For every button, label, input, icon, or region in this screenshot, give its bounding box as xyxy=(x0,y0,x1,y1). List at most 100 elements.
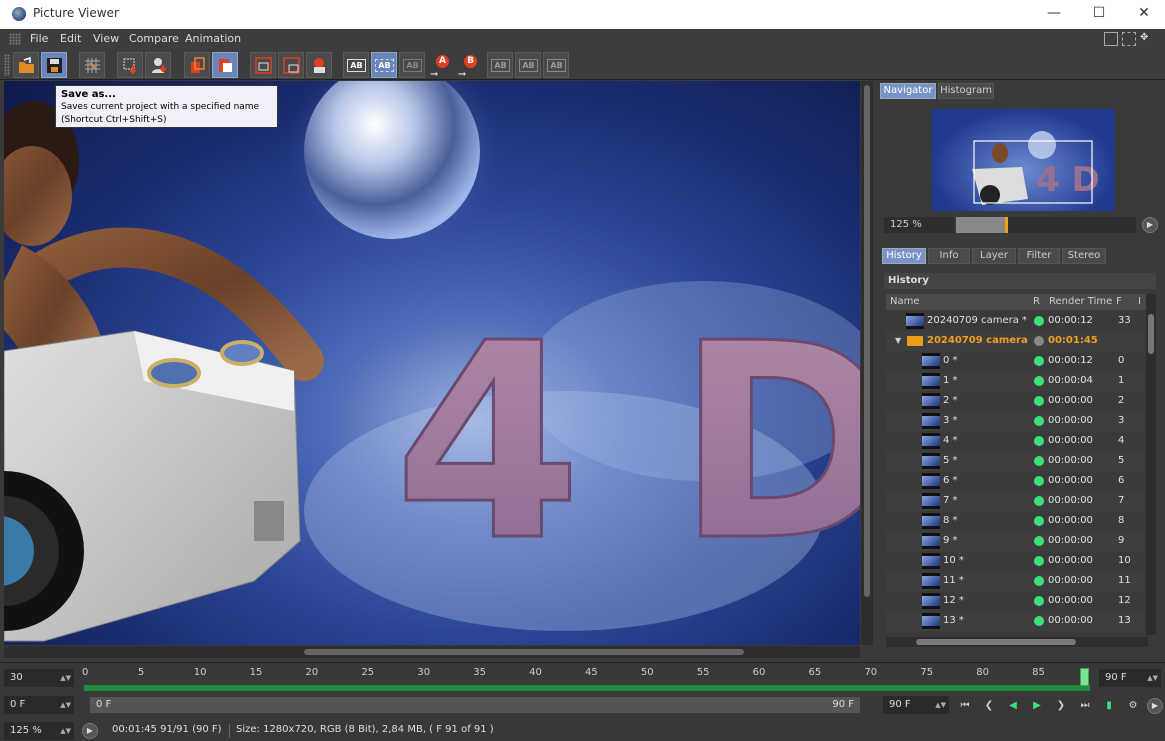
menu-view[interactable]: View xyxy=(93,32,119,45)
history-folder-row[interactable]: ▼ 20240709 camera 00:01:45 xyxy=(886,331,1144,351)
history-row[interactable]: 3 * 00:00:00 3 xyxy=(886,411,1144,431)
scroll-thumb[interactable] xyxy=(1148,314,1154,354)
navigator-play-icon[interactable]: ▶ xyxy=(1142,217,1158,233)
step-back-icon[interactable]: ❮ xyxy=(980,699,998,713)
navigator-thumbnail[interactable]: 4 D xyxy=(932,109,1115,211)
minimize-button[interactable]: — xyxy=(1034,3,1074,25)
render-button[interactable] xyxy=(306,52,332,78)
tab-stereo[interactable]: Stereo xyxy=(1062,248,1106,264)
layout-icon[interactable] xyxy=(1104,32,1118,46)
history-row[interactable]: 2 * 00:00:00 2 xyxy=(886,391,1144,411)
region-button[interactable] xyxy=(250,52,276,78)
stepper-icon[interactable]: ▲▼ xyxy=(60,722,71,740)
go-to-end-icon[interactable]: ⏭ xyxy=(1076,699,1094,713)
paste-button[interactable] xyxy=(212,52,238,78)
expand-arrow-icon[interactable]: ▼ xyxy=(895,331,901,351)
scroll-thumb[interactable] xyxy=(864,85,870,597)
menu-file[interactable]: File xyxy=(30,32,48,45)
grid-button[interactable] xyxy=(79,52,105,78)
navigator-zoom-slider[interactable] xyxy=(956,217,1136,233)
tab-history[interactable]: History xyxy=(882,248,926,264)
go-to-start-icon[interactable]: ⏮ xyxy=(956,699,974,713)
history-horizontal-scrollbar[interactable] xyxy=(886,637,1148,647)
copy-button[interactable] xyxy=(184,52,210,78)
scroll-thumb[interactable] xyxy=(304,649,744,655)
start-frame-field[interactable]: 0 F ▲▼ xyxy=(4,696,74,714)
menu-edit[interactable]: Edit xyxy=(60,32,81,45)
export-button[interactable] xyxy=(117,52,143,78)
status-zoom-field[interactable]: 125 % ▲▼ xyxy=(4,722,74,740)
history-row[interactable]: 8 * 00:00:00 8 xyxy=(886,511,1144,531)
scroll-thumb[interactable] xyxy=(916,639,1076,645)
history-row[interactable]: 7 * 00:00:00 7 xyxy=(886,491,1144,511)
frame-thumbnail xyxy=(922,433,940,449)
history-row[interactable]: 0 * 00:00:12 0 xyxy=(886,351,1144,371)
compare-2-button[interactable]: AB xyxy=(515,52,541,78)
navigator-zoom-field[interactable]: 125 % xyxy=(884,217,954,233)
viewport-horizontal-scrollbar[interactable] xyxy=(4,646,860,658)
menu-animation[interactable]: Animation xyxy=(185,32,241,45)
history-row[interactable]: 12 * 00:00:00 12 xyxy=(886,591,1144,611)
stepper-icon[interactable]: ▲▼ xyxy=(1147,669,1158,687)
ab-swap-button[interactable]: AB xyxy=(399,52,425,78)
playhead-handle[interactable] xyxy=(1080,668,1089,686)
tab-info[interactable]: Info xyxy=(928,248,970,264)
ruler-tick-label: 40 xyxy=(529,667,542,678)
maximize-button[interactable]: ☐ xyxy=(1079,3,1119,25)
end-frame-field[interactable]: 90 F ▲▼ xyxy=(1099,669,1161,687)
settings-gear-icon[interactable]: ⚙ xyxy=(1124,699,1142,713)
preview-range-bar[interactable]: 0 F 90 F xyxy=(90,697,860,713)
compare-3-button[interactable]: AB xyxy=(543,52,569,78)
viewport-vertical-scrollbar[interactable] xyxy=(861,81,873,645)
loop-icon[interactable]: ▮ xyxy=(1100,699,1118,713)
menu-compare[interactable]: Compare xyxy=(129,32,179,45)
history-row[interactable]: 5 * 00:00:00 5 xyxy=(886,451,1144,471)
set-b-button[interactable]: B ➞ xyxy=(455,52,481,80)
history-list[interactable]: 20240709 camera * 00:00:12 33 ▼ 20240709 cam… xyxy=(886,311,1144,635)
ab-split-button[interactable]: AB xyxy=(371,52,397,78)
tab-navigator[interactable]: Navigator xyxy=(880,83,936,99)
column-extra[interactable]: I xyxy=(1138,294,1141,310)
zoom-slider-handle[interactable] xyxy=(1005,217,1008,233)
history-row[interactable]: 6 * 00:00:00 6 xyxy=(886,471,1144,491)
play-backward-icon[interactable]: ◀ xyxy=(1004,699,1022,713)
play-forward-icon[interactable]: ▶ xyxy=(1028,699,1046,713)
stepper-icon[interactable]: ▲▼ xyxy=(60,669,71,687)
fps-field[interactable]: 30 ▲▼ xyxy=(4,669,74,687)
step-forward-icon[interactable]: ❯ xyxy=(1052,699,1070,713)
history-row-render-time: 00:00:00 xyxy=(1048,435,1093,446)
history-row[interactable]: 10 * 00:00:00 10 xyxy=(886,551,1144,571)
timeline-play-icon[interactable]: ▶ xyxy=(1147,698,1163,714)
history-row[interactable]: 20240709 camera * 00:00:12 33 xyxy=(886,311,1144,331)
compare-1-button[interactable]: AB xyxy=(487,52,513,78)
history-row[interactable]: 4 * 00:00:00 4 xyxy=(886,431,1144,451)
close-button[interactable]: ✕ xyxy=(1124,3,1164,25)
set-a-button[interactable]: A ➞ xyxy=(427,52,453,80)
history-vertical-scrollbar[interactable] xyxy=(1146,294,1156,635)
save-user-button[interactable] xyxy=(145,52,171,78)
stepper-icon[interactable]: ▲▼ xyxy=(60,696,71,714)
tab-layer[interactable]: Layer xyxy=(972,248,1016,264)
move-icon[interactable]: ✥ xyxy=(1140,32,1154,46)
save-as-button[interactable] xyxy=(41,52,67,78)
open-button[interactable] xyxy=(13,52,39,78)
current-frame-field[interactable]: 90 F ▲▼ xyxy=(883,696,949,714)
status-play-icon[interactable]: ▶ xyxy=(82,723,98,739)
image-viewport[interactable]: 4 D xyxy=(4,81,860,645)
timeline-track[interactable] xyxy=(84,685,1090,691)
stepper-icon[interactable]: ▲▼ xyxy=(935,696,946,714)
tab-filter[interactable]: Filter xyxy=(1018,248,1060,264)
tab-histogram[interactable]: Histogram xyxy=(938,83,994,99)
history-row[interactable]: 13 * 00:00:00 13 xyxy=(886,611,1144,631)
column-name[interactable]: Name xyxy=(890,294,920,310)
ab-compare-button[interactable]: AB xyxy=(343,52,369,78)
history-row[interactable]: 11 * 00:00:00 11 xyxy=(886,571,1144,591)
region-alt-button[interactable] xyxy=(278,52,304,78)
history-row[interactable]: 9 * 00:00:00 9 xyxy=(886,531,1144,551)
frame-ruler[interactable]: 0 5 10 15 20 25 30 35 40 45 50 55 60 65 70 75 80 85 xyxy=(82,667,1094,691)
history-row[interactable]: 1 * 00:00:04 1 xyxy=(886,371,1144,391)
column-f[interactable]: F xyxy=(1116,294,1122,310)
column-render-time[interactable]: Render Time xyxy=(1049,294,1112,310)
add-panel-icon[interactable] xyxy=(1122,32,1136,46)
column-r[interactable]: R xyxy=(1033,294,1040,310)
